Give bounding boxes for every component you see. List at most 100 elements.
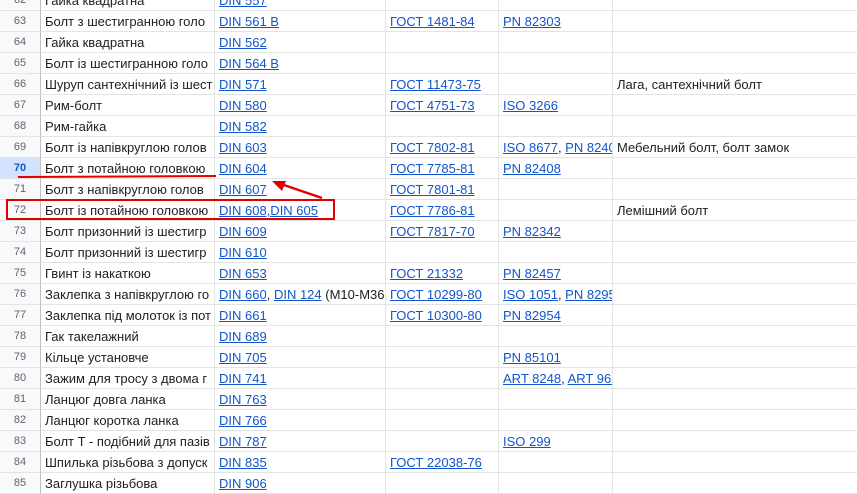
standard-link[interactable]: DIN 582 — [219, 119, 267, 134]
cell-name[interactable]: Болт призонний із шестигр — [41, 221, 215, 242]
cell-name[interactable]: Болт призонний із шестигр — [41, 242, 215, 263]
row-header[interactable]: 80 — [0, 368, 41, 389]
cell-name[interactable]: Гак такелажний — [41, 326, 215, 347]
cell-gost[interactable]: ГОСТ 7802-81 — [386, 137, 499, 158]
cell-din[interactable]: DIN 763 — [215, 389, 386, 410]
cell-gost[interactable]: ГОСТ 11473-75 — [386, 74, 499, 95]
row-header[interactable]: 78 — [0, 326, 41, 347]
cell-din[interactable]: DIN 582 — [215, 116, 386, 137]
row-header[interactable]: 69 — [0, 137, 41, 158]
cell-din[interactable]: DIN 766 — [215, 410, 386, 431]
cell-note[interactable] — [613, 242, 857, 263]
cell-gost[interactable] — [386, 326, 499, 347]
cell-other-standard[interactable]: ISO 299 — [499, 431, 613, 452]
standard-link[interactable]: DIN 608,DIN 605 — [219, 203, 318, 218]
cell-din[interactable]: DIN 564 B — [215, 53, 386, 74]
cell-din[interactable]: DIN 705 — [215, 347, 386, 368]
cell-din[interactable]: DIN 608,DIN 605 — [215, 200, 386, 221]
row-header[interactable]: 73 — [0, 221, 41, 242]
cell-note[interactable] — [613, 305, 857, 326]
cell-other-standard[interactable] — [499, 452, 613, 473]
standard-link[interactable]: DIN 689 — [219, 329, 267, 344]
cell-other-standard[interactable]: ISO 3266 — [499, 95, 613, 116]
cell-name[interactable]: Болт із напівкруглою голов — [41, 137, 215, 158]
cell-din[interactable]: DIN 580 — [215, 95, 386, 116]
row-header[interactable]: 76 — [0, 284, 41, 305]
standard-link[interactable]: DIN 661 — [219, 308, 267, 323]
standard-link[interactable]: ISO 299 — [503, 434, 551, 449]
cell-gost[interactable] — [386, 389, 499, 410]
standard-link[interactable]: ГОСТ 7801-81 — [390, 182, 475, 197]
cell-other-standard[interactable] — [499, 116, 613, 137]
cell-name[interactable]: Заклепка з напівкруглою го — [41, 284, 215, 305]
standard-link[interactable]: ГОСТ 21332 — [390, 266, 463, 281]
row-header[interactable]: 66 — [0, 74, 41, 95]
standard-link[interactable]: ГОСТ 11473-75 — [390, 77, 481, 92]
standard-link[interactable]: DIN 766 — [219, 413, 267, 428]
cell-gost[interactable]: ГОСТ 7817-70 — [386, 221, 499, 242]
standard-link[interactable]: DIN 705 — [219, 350, 267, 365]
cell-other-standard[interactable]: ART 8248, ART 9625 — [499, 368, 613, 389]
cell-other-standard[interactable] — [499, 32, 613, 53]
cell-name[interactable]: Гайка квадратна — [41, 32, 215, 53]
standard-link[interactable]: ISO 8677 — [503, 140, 558, 155]
cell-other-standard[interactable] — [499, 179, 613, 200]
row-header[interactable]: 81 — [0, 389, 41, 410]
cell-gost[interactable] — [386, 347, 499, 368]
standard-link[interactable]: ГОСТ 1481-84 — [390, 14, 475, 29]
cell-gost[interactable] — [386, 116, 499, 137]
cell-din[interactable]: DIN 787 — [215, 431, 386, 452]
standard-link[interactable]: PN 82457 — [503, 266, 561, 281]
cell-other-standard[interactable] — [499, 389, 613, 410]
cell-other-standard[interactable] — [499, 410, 613, 431]
row-header[interactable]: 84 — [0, 452, 41, 473]
standard-link[interactable]: ГОСТ 10299-80 — [390, 287, 482, 302]
cell-gost[interactable]: ГОСТ 7786-81 — [386, 200, 499, 221]
cell-other-standard[interactable] — [499, 53, 613, 74]
cell-other-standard[interactable]: ISO 8677, PN 8240 — [499, 137, 613, 158]
cell-din[interactable]: DIN 571 — [215, 74, 386, 95]
row-header[interactable]: 79 — [0, 347, 41, 368]
cell-other-standard[interactable]: PN 82457 — [499, 263, 613, 284]
cell-din[interactable]: DIN 609 — [215, 221, 386, 242]
standard-link[interactable]: DIN 562 — [219, 35, 267, 50]
cell-din[interactable]: DIN 660, DIN 124 (M10-M36 — [215, 284, 386, 305]
standard-link[interactable]: PN 82952 — [565, 287, 612, 302]
standard-link[interactable]: DIN 607 — [219, 182, 267, 197]
cell-note[interactable] — [613, 116, 857, 137]
cell-gost[interactable]: ГОСТ 7801-81 — [386, 179, 499, 200]
standard-link[interactable]: ART 8248 — [503, 371, 561, 386]
row-header[interactable]: 64 — [0, 32, 41, 53]
row-header[interactable]: 63 — [0, 11, 41, 32]
cell-other-standard[interactable]: ISO 1051, PN 82952 — [499, 284, 613, 305]
cell-din[interactable]: DIN 653 — [215, 263, 386, 284]
cell-gost[interactable] — [386, 32, 499, 53]
cell-note[interactable] — [613, 368, 857, 389]
cell-other-standard[interactable] — [499, 74, 613, 95]
cell-other-standard[interactable]: PN 82303 — [499, 11, 613, 32]
cell-note[interactable] — [613, 326, 857, 347]
standard-link[interactable]: DIN 580 — [219, 98, 267, 113]
standard-link[interactable]: ГОСТ 7817-70 — [390, 224, 475, 239]
cell-name[interactable]: Болт із потайною головкою — [41, 200, 215, 221]
row-header[interactable]: 67 — [0, 95, 41, 116]
standard-link[interactable]: ГОСТ 7785-81 — [390, 161, 475, 176]
cell-name[interactable]: Рим-болт — [41, 95, 215, 116]
cell-gost[interactable] — [386, 410, 499, 431]
standard-link[interactable]: ГОСТ 7802-81 — [390, 140, 475, 155]
cell-empty[interactable] — [386, 0, 499, 11]
cell-din[interactable]: DIN 561 B — [215, 11, 386, 32]
row-header[interactable]: 75 — [0, 263, 41, 284]
standard-link[interactable]: PN 82342 — [503, 224, 561, 239]
standard-link[interactable]: PN 8240 — [565, 140, 612, 155]
cell-note[interactable] — [613, 221, 857, 242]
standard-link[interactable]: DIN 557 — [219, 0, 267, 8]
standard-link[interactable]: ISO 3266 — [503, 98, 558, 113]
cell-note[interactable] — [613, 263, 857, 284]
cell-other-standard[interactable]: PN 85101 — [499, 347, 613, 368]
cell-other-standard[interactable]: PN 82408 — [499, 158, 613, 179]
standard-link[interactable]: PN 82408 — [503, 161, 561, 176]
standard-link[interactable]: ГОСТ 10300-80 — [390, 308, 482, 323]
cell-other-standard[interactable] — [499, 326, 613, 347]
cell-din[interactable]: DIN 661 — [215, 305, 386, 326]
